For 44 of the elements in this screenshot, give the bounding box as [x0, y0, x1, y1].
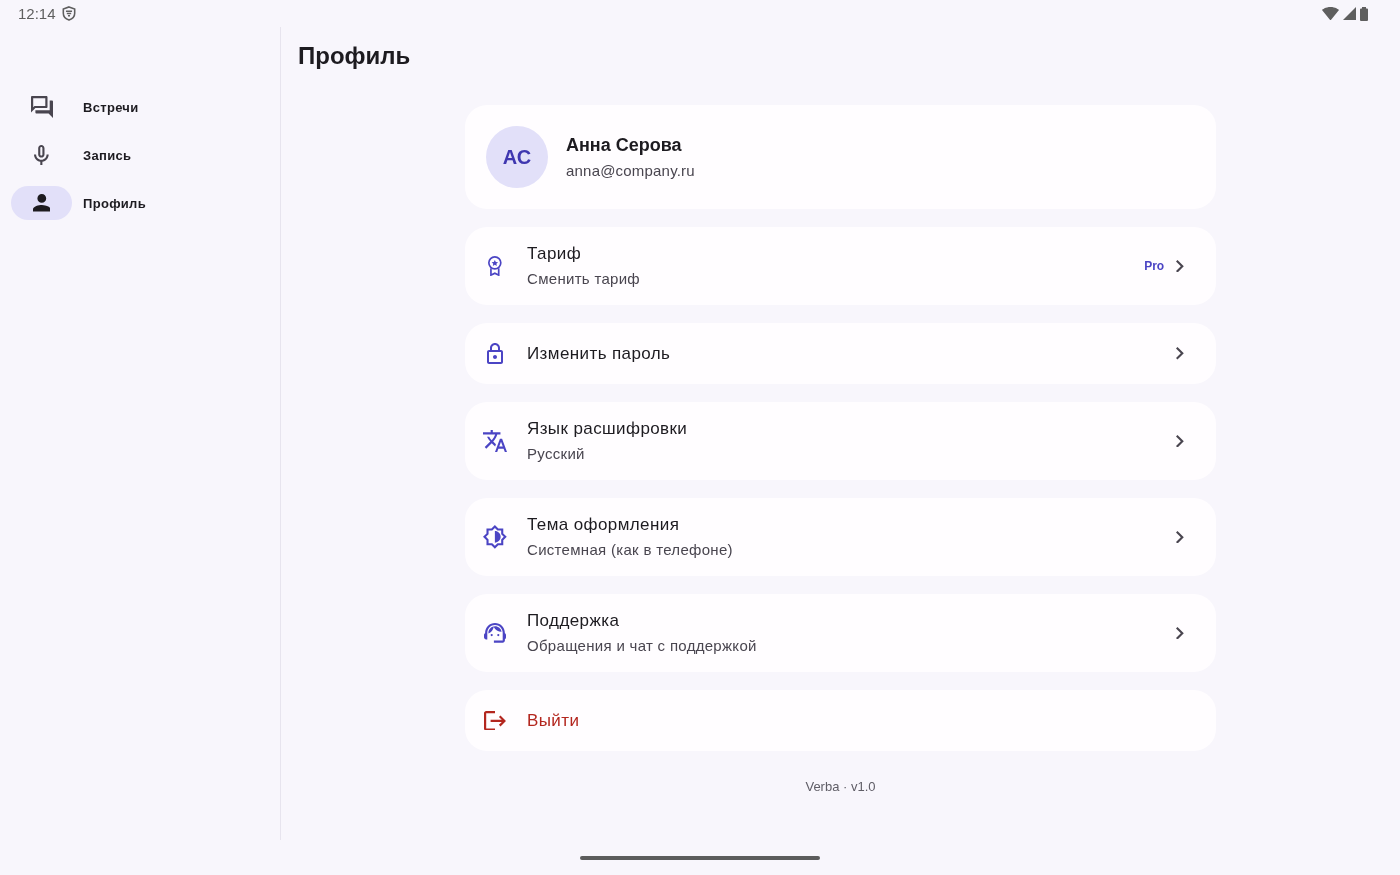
logout-icon — [484, 710, 506, 731]
chevron-right-icon — [1176, 626, 1184, 640]
translate-icon — [483, 430, 507, 452]
nav-item[interactable]: Профиль — [0, 179, 158, 227]
signal-icon — [1343, 7, 1356, 20]
avatar: АС — [486, 126, 548, 188]
chevron-right-icon — [1176, 347, 1184, 360]
logout-button[interactable]: Выйти — [465, 690, 1216, 751]
home-indicator[interactable] — [580, 855, 820, 860]
chevron-right-icon — [1176, 434, 1184, 448]
page-title: Профиль — [298, 41, 411, 71]
user-name: Анна Серова — [566, 133, 683, 157]
status-time: 12:14 — [18, 5, 56, 22]
lock-icon — [487, 343, 503, 364]
row-title: Язык расшифровки — [527, 418, 689, 440]
settings-row[interactable]: Поддержка Обращения и чат с поддержкой — [465, 594, 1216, 672]
chat-bubbles-icon — [30, 96, 53, 118]
shield-icon — [61, 6, 76, 21]
row-subtitle: Русский — [527, 444, 586, 464]
row-title: Тариф — [527, 243, 582, 265]
battery-icon — [1360, 6, 1368, 21]
row-subtitle: Системная (как в телефоне) — [527, 540, 734, 560]
nav-item[interactable]: Запись — [0, 131, 144, 179]
settings-row[interactable]: Тема оформления Системная (как в телефоне) — [465, 498, 1216, 576]
plan-label: Pro — [1144, 259, 1165, 273]
row-title: Изменить пароль — [527, 342, 672, 365]
brightness-icon — [483, 525, 507, 549]
row-subtitle: Обращения и чат с поддержкой — [527, 636, 758, 656]
chevron-right-icon — [1176, 259, 1184, 273]
settings-row[interactable]: Тариф Сменить тариф Pro — [465, 227, 1216, 305]
app-version: Verba · v1.0 — [805, 779, 876, 795]
nav-item[interactable]: Встречи — [0, 83, 151, 131]
chevron-right-icon — [1176, 530, 1184, 544]
headset-icon — [484, 623, 506, 643]
wifi-icon — [1322, 6, 1339, 21]
row-title: Поддержка — [527, 610, 621, 632]
row-title: Тема оформления — [527, 514, 681, 536]
award-star-icon — [488, 255, 502, 277]
person-icon — [32, 194, 51, 212]
microphone-icon — [34, 145, 49, 165]
settings-row[interactable]: Изменить пароль — [465, 323, 1216, 384]
user-email: anna@company.ru — [566, 160, 695, 181]
row-subtitle: Сменить тариф — [527, 269, 641, 289]
settings-row[interactable]: Язык расшифровки Русский — [465, 402, 1216, 480]
